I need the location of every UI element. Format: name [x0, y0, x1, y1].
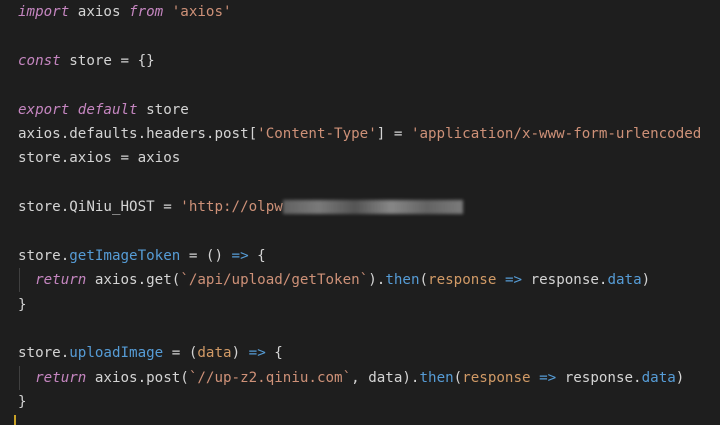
code-token: uploadImage	[69, 345, 164, 362]
code-token: axios.get(	[86, 272, 181, 289]
code-token: =>	[539, 369, 557, 386]
code-token: axios	[69, 4, 130, 20]
code-token: 'axios'	[171, 4, 232, 20]
code-token: store.axios = axios	[18, 150, 181, 167]
code-line[interactable]: store.QiNiu_HOST = 'http://olpw	[18, 195, 720, 219]
code-token: getImageToken	[69, 247, 181, 264]
code-editor[interactable]: import axios from 'axios' const store = {…	[0, 0, 720, 425]
code-token: ).	[368, 272, 386, 289]
code-token: export	[18, 101, 70, 118]
code-token: response.	[556, 369, 642, 386]
code-token: store	[137, 101, 189, 118]
code-token: `//up-z2.qiniu.com`	[188, 369, 352, 386]
code-line[interactable]	[18, 171, 720, 195]
code-line[interactable]: store.uploadImage = (data) => {	[18, 341, 720, 365]
code-token: data	[607, 272, 642, 289]
code-token: {	[248, 247, 266, 264]
code-token: , data).	[351, 369, 420, 386]
code-token: axios.defaults.headers.post[	[18, 125, 258, 142]
code-token: )	[675, 369, 685, 386]
code-token: }	[18, 296, 27, 313]
code-token: data	[197, 345, 232, 362]
code-line[interactable]: store.axios = axios	[18, 146, 720, 170]
code-token: }	[18, 394, 27, 411]
code-token: 'http://olpw	[180, 199, 283, 216]
code-line[interactable]: axios.defaults.headers.post['Content-Typ…	[18, 122, 720, 146]
code-token: then	[385, 272, 420, 289]
code-line[interactable]: }	[18, 293, 720, 317]
code-line[interactable]: import axios from 'axios'	[18, 0, 720, 24]
code-token: (	[419, 272, 429, 289]
code-token: response.	[522, 272, 608, 289]
code-token: {	[265, 345, 283, 362]
code-line[interactable]	[18, 73, 720, 97]
code-token: import	[18, 4, 70, 20]
code-token: default	[77, 101, 138, 118]
code-line[interactable]: const store = {}	[18, 49, 720, 73]
code-token: store.QiNiu_HOST =	[18, 199, 181, 216]
code-token: return	[35, 272, 87, 289]
code-line[interactable]: return axios.get(`/api/upload/getToken`)…	[18, 268, 720, 292]
code-token: )	[641, 272, 651, 289]
redacted-text-blur	[282, 200, 463, 215]
code-token: store.	[18, 247, 70, 264]
code-token: store.	[18, 345, 70, 362]
code-line[interactable]: }	[18, 390, 720, 414]
code-token: =>	[231, 247, 249, 264]
code-line[interactable]: return axios.post(`//up-z2.qiniu.com`, d…	[18, 366, 720, 390]
code-token: const	[18, 52, 61, 69]
code-token: response	[462, 369, 531, 386]
code-line[interactable]: store.getImageToken = () => {	[18, 244, 720, 268]
code-token: data	[641, 369, 676, 386]
code-token: axios.post(	[86, 369, 189, 386]
code-token: then	[419, 369, 454, 386]
code-line[interactable]	[18, 220, 720, 244]
code-token: 'Content-Type'	[257, 125, 377, 142]
code-token: )	[231, 345, 249, 362]
code-token: return	[35, 369, 87, 386]
code-token: = ()	[180, 247, 232, 264]
code-line[interactable]	[18, 24, 720, 48]
code-line[interactable]: export default store	[18, 98, 720, 122]
code-token: 'application/x-www-form-urlencoded	[410, 125, 702, 142]
code-token: ] =	[376, 125, 411, 142]
code-token: (	[453, 369, 463, 386]
code-token: = (	[163, 345, 198, 362]
code-token: `/api/upload/getToken`	[180, 272, 369, 289]
code-token: from	[129, 4, 164, 20]
code-line[interactable]	[18, 317, 720, 341]
gutter-change-marker	[14, 415, 16, 425]
code-text-area[interactable]: import axios from 'axios' const store = {…	[18, 0, 720, 415]
code-token: store = {}	[60, 52, 155, 69]
code-token: response	[428, 272, 497, 289]
code-token: =>	[504, 272, 523, 289]
code-token: =>	[248, 345, 266, 362]
